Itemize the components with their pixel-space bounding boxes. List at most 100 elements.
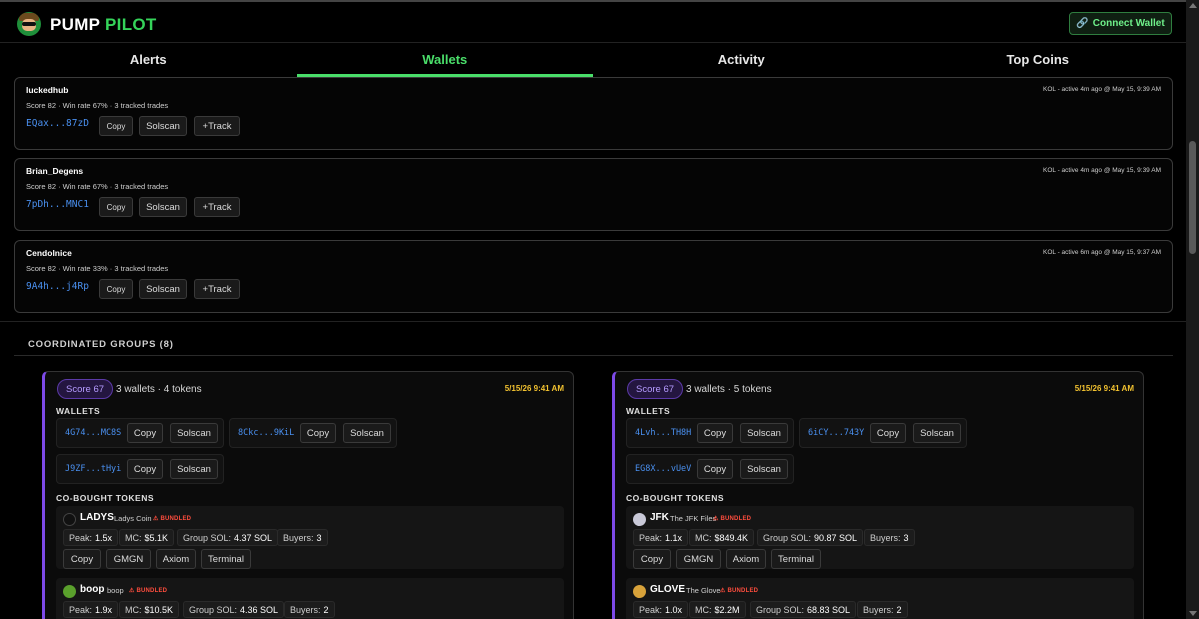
coordinated-groups-title: COORDINATED GROUPS (8) (28, 339, 174, 350)
wallet-card: luckedhub Score 82 · Win rate 67% · 3 tr… (14, 77, 1173, 150)
buyers-stat: Buyers: 2 (857, 601, 908, 618)
group-card: Score 67 3 wallets · 4 tokens 5/15/26 9:… (42, 371, 574, 619)
brand-pilot: PILOT (105, 15, 157, 34)
solscan-button[interactable]: Solscan (740, 423, 788, 443)
tab-wallets[interactable]: Wallets (296, 43, 594, 77)
token-symbol: boop (80, 584, 105, 595)
copy-button[interactable]: Copy (697, 459, 733, 479)
copy-button[interactable]: Copy (127, 423, 163, 443)
wallet-address-link[interactable]: 4Lvh...TH8H (635, 428, 691, 438)
copy-button[interactable]: Copy (300, 423, 336, 443)
group-timestamp: 5/15/26 9:41 AM (1074, 384, 1134, 393)
score-badge: Score 67 (627, 379, 684, 399)
token-row: boop boop ⚠ BUNDLED Peak: 1.9x MC: $10.5K … (56, 578, 564, 619)
ladys-token-icon (63, 513, 76, 526)
solscan-button[interactable]: Solscan (139, 197, 187, 217)
axiom-button[interactable]: Axiom (156, 549, 196, 569)
connect-wallet-label: Connect Wallet (1092, 18, 1165, 29)
buyers-stat: Buyers: 3 (277, 529, 328, 546)
solscan-button[interactable]: Solscan (139, 279, 187, 299)
copy-button[interactable]: Copy (633, 549, 671, 569)
connect-wallet-button[interactable]: 🔗 Connect Wallet (1069, 12, 1172, 35)
bundled-warning-badge: ⚠ BUNDLED (713, 516, 752, 522)
group-timestamp: 5/15/26 9:41 AM (504, 384, 564, 393)
wallet-address-link[interactable]: EQax...87zD (26, 118, 89, 129)
copy-button[interactable]: Copy (99, 197, 133, 217)
co-bought-tokens-label: CO-BOUGHT TOKENS (626, 493, 725, 503)
token-name: Ladys Coin (114, 514, 152, 523)
page-scrollbar[interactable] (1186, 0, 1199, 619)
group-sol-stat: Group SOL: 4.37 SOL (177, 529, 279, 546)
solscan-button[interactable]: Solscan (740, 459, 788, 479)
solscan-button[interactable]: Solscan (343, 423, 391, 443)
wallet-name: luckedhub (26, 85, 69, 95)
wallet-address-link[interactable]: 4G74...MC8S (65, 428, 121, 438)
jfk-token-icon (633, 513, 646, 526)
solscan-button[interactable]: Solscan (913, 423, 961, 443)
track-button[interactable]: +Track (194, 116, 240, 136)
token-row: GLOVE The Glove ⚠ BUNDLED Peak: 1.0x MC: $… (626, 578, 1134, 619)
wallet-stats: Score 82 · Win rate 67% · 3 tracked trad… (26, 101, 169, 110)
wallet-address-link[interactable]: 8Ckc...9KiL (238, 428, 294, 438)
wallets-label: WALLETS (56, 406, 101, 416)
track-button[interactable]: +Track (194, 279, 240, 299)
section-divider (0, 321, 1186, 322)
gmgn-button[interactable]: GMGN (676, 549, 721, 569)
tab-alerts[interactable]: Alerts (0, 43, 297, 77)
buyers-stat: Buyers: 2 (284, 601, 335, 618)
wallet-stats: Score 82 · Win rate 33% · 3 tracked trad… (26, 264, 169, 273)
scroll-up-icon[interactable] (1189, 3, 1197, 8)
pilot-logo-icon (17, 12, 41, 36)
scroll-down-icon[interactable] (1189, 611, 1197, 616)
token-name: The Glove (686, 586, 721, 595)
axiom-button[interactable]: Axiom (726, 549, 766, 569)
solscan-button[interactable]: Solscan (170, 459, 218, 479)
group-summary: 3 wallets · 4 tokens (116, 384, 202, 395)
gmgn-button[interactable]: GMGN (106, 549, 151, 569)
wallet-card: Cendolnice Score 82 · Win rate 33% · 3 t… (14, 240, 1173, 313)
terminal-button[interactable]: Terminal (771, 549, 821, 569)
group-wallet: 8Ckc...9KiL Copy Solscan (229, 418, 397, 448)
wallet-card: Brian_Degens Score 82 · Win rate 67% · 3… (14, 158, 1173, 231)
wallet-activity-meta: KOL - active 6m ago @ May 15, 9:37 AM (1043, 249, 1161, 256)
wallet-address-link[interactable]: J9ZF...tHyi (65, 464, 121, 474)
tab-activity[interactable]: Activity (593, 43, 890, 77)
group-sol-stat: Group SOL: 68.83 SOL (750, 601, 857, 618)
mc-stat: MC: $849.4K (689, 529, 755, 546)
main-tabs: Alerts Wallets Activity Top Coins (0, 42, 1186, 77)
co-bought-tokens-label: CO-BOUGHT TOKENS (56, 493, 155, 503)
group-wallet: EG8X...vUeV Copy Solscan (626, 454, 794, 484)
scrollbar-thumb[interactable] (1189, 141, 1196, 254)
group-wallet: 4Lvh...TH8H Copy Solscan (626, 418, 794, 448)
app-header: PUMP PILOT 🔗 Connect Wallet (0, 0, 1186, 42)
wallet-address-link[interactable]: EG8X...vUeV (635, 464, 691, 474)
solscan-button[interactable]: Solscan (139, 116, 187, 136)
boop-token-icon (63, 585, 76, 598)
wallet-address-link[interactable]: 9A4h...j4Rp (26, 281, 89, 292)
wallet-address-link[interactable]: 7pDh...MNC1 (26, 199, 89, 210)
wallet-stats: Score 82 · Win rate 67% · 3 tracked trad… (26, 182, 169, 191)
peak-stat: Peak: 1.0x (633, 601, 689, 618)
terminal-button[interactable]: Terminal (201, 549, 251, 569)
group-wallet: 6iCY...743Y Copy Solscan (799, 418, 967, 448)
section-underline (14, 355, 1173, 356)
peak-stat: Peak: 1.9x (63, 601, 119, 618)
glove-token-icon (633, 585, 646, 598)
copy-button[interactable]: Copy (870, 423, 906, 443)
token-row: LADYS Ladys Coin ⚠ BUNDLED Peak: 1.5x MC:… (56, 506, 564, 569)
copy-button[interactable]: Copy (697, 423, 733, 443)
group-card: Score 67 3 wallets · 5 tokens 5/15/26 9:… (612, 371, 1144, 619)
group-summary: 3 wallets · 5 tokens (686, 384, 772, 395)
token-symbol: JFK (650, 512, 669, 523)
copy-button[interactable]: Copy (99, 116, 133, 136)
wallet-activity-meta: KOL - active 4m ago @ May 15, 9:39 AM (1043, 86, 1161, 93)
track-button[interactable]: +Track (194, 197, 240, 217)
buyers-stat: Buyers: 3 (864, 529, 915, 546)
copy-button[interactable]: Copy (127, 459, 163, 479)
copy-button[interactable]: Copy (99, 279, 133, 299)
tab-top-coins[interactable]: Top Coins (890, 43, 1187, 77)
copy-button[interactable]: Copy (63, 549, 101, 569)
solscan-button[interactable]: Solscan (170, 423, 218, 443)
wallet-address-link[interactable]: 6iCY...743Y (808, 428, 864, 438)
token-symbol: LADYS (80, 512, 114, 523)
